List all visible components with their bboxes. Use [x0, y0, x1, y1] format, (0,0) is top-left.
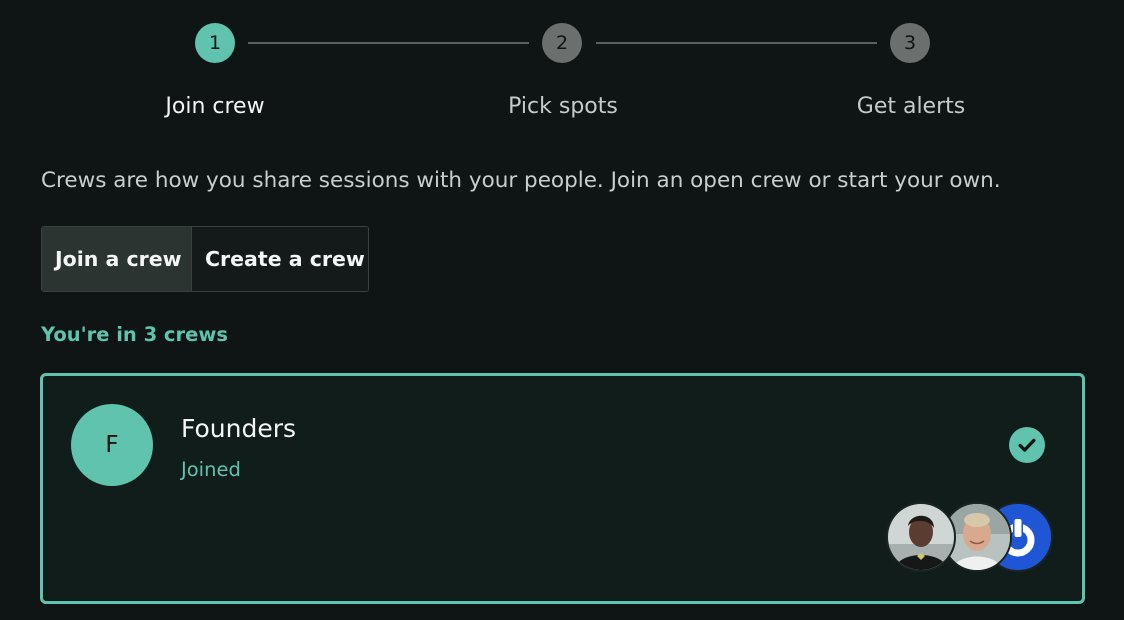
step-1-label: Join crew [165, 94, 265, 119]
member-avatars [886, 502, 1056, 574]
step-2-indicator: 2 [542, 23, 582, 63]
crew-name: Founders [181, 414, 297, 443]
step-connector-2 [596, 42, 877, 44]
step-connector-1 [248, 42, 529, 44]
step-3-indicator: 3 [890, 23, 930, 63]
crew-count-label: You're in 3 crews [41, 323, 228, 346]
member-avatar-photo-1 [886, 502, 956, 572]
crew-avatar: F [71, 404, 153, 486]
crew-card-founders[interactable]: F Founders Joined [40, 373, 1085, 604]
intro-text: Crews are how you share sessions with yo… [41, 168, 1001, 193]
check-icon [1009, 427, 1045, 463]
step-2-label: Pick spots [508, 94, 618, 119]
step-1-indicator: 1 [195, 23, 235, 63]
crew-status: Joined [181, 458, 241, 481]
create-crew-tab[interactable]: Create a crew [192, 227, 368, 291]
step-3-label: Get alerts [856, 94, 966, 119]
crew-mode-toggle: Join a crew Create a crew [41, 226, 369, 292]
onboarding-page: 1 2 3 Join crew Pick spots Get alerts Cr… [0, 0, 1124, 620]
join-crew-tab[interactable]: Join a crew [42, 227, 192, 291]
